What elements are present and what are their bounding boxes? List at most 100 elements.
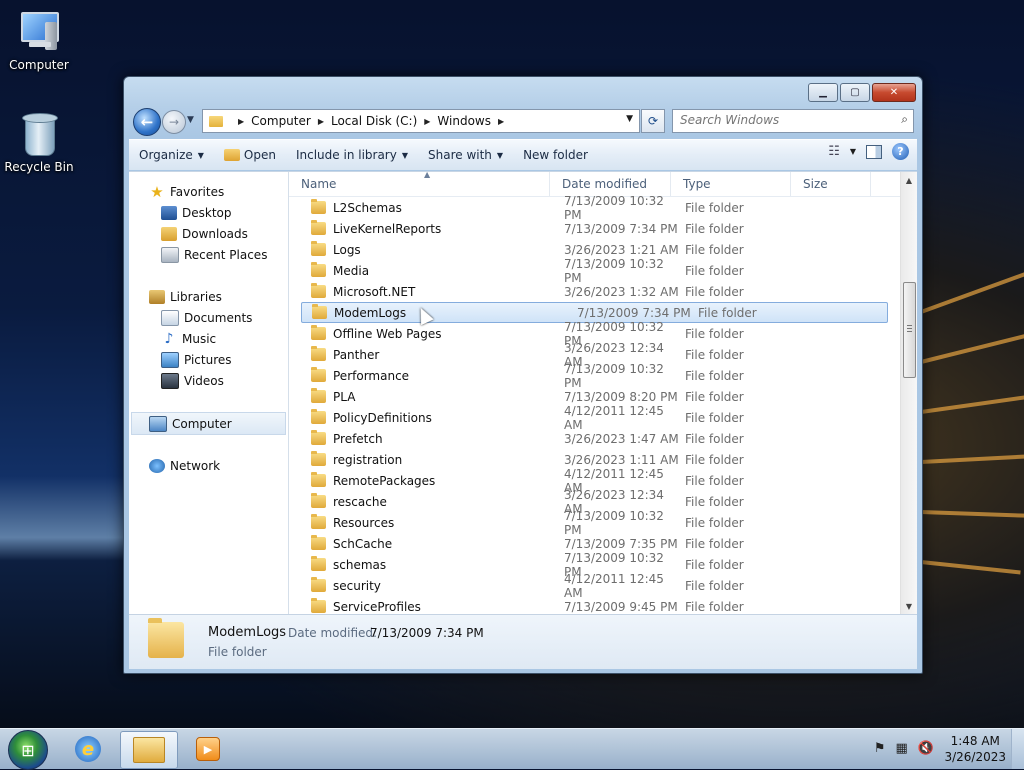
open-button[interactable]: Open bbox=[214, 143, 286, 167]
address-dropdown-icon[interactable]: ▼ bbox=[626, 114, 633, 124]
recycle-bin-icon bbox=[15, 110, 63, 158]
column-header-date[interactable]: Date modified bbox=[550, 172, 671, 196]
file-row[interactable]: PolicyDefinitions 4/12/2011 12:45 AM File … bbox=[289, 404, 901, 432]
breadcrumb-separator-icon[interactable]: ▶ bbox=[498, 117, 504, 126]
maximize-button[interactable]: ▢ bbox=[840, 83, 870, 102]
volume-muted-icon[interactable]: 🔇 bbox=[918, 741, 934, 756]
forward-button[interactable]: → bbox=[162, 110, 186, 134]
nav-label: Libraries bbox=[170, 289, 222, 304]
clock-date: 3/26/2023 bbox=[944, 750, 1006, 764]
caption-buttons: ▁ ▢ ✕ bbox=[808, 83, 916, 102]
file-name: ServiceProfiles bbox=[333, 599, 421, 614]
details-pane: ModemLogs Date modified: 7/13/2009 7:34 … bbox=[129, 614, 917, 669]
file-row[interactable]: Prefetch 3/26/2023 1:47 AM File folder bbox=[289, 428, 901, 449]
close-button[interactable]: ✕ bbox=[872, 83, 916, 102]
windows-explorer-icon bbox=[133, 737, 165, 763]
change-view-icon[interactable]: ☷ bbox=[828, 144, 840, 159]
search-input[interactable] bbox=[673, 110, 880, 130]
file-row[interactable]: Media 7/13/2009 10:32 PM File folder bbox=[289, 257, 901, 285]
nav-label: Recent Places bbox=[184, 247, 268, 262]
back-button[interactable]: ← bbox=[133, 108, 161, 136]
file-row[interactable]: Performance 7/13/2009 10:32 PM File folder bbox=[289, 362, 901, 390]
taskbar-media-player[interactable]: ▶ bbox=[180, 731, 236, 767]
breadcrumb-computer[interactable]: Computer bbox=[251, 114, 311, 128]
breadcrumb-windows[interactable]: Windows bbox=[437, 114, 491, 128]
file-name: Offline Web Pages bbox=[333, 326, 442, 341]
nav-label: Computer bbox=[172, 416, 232, 431]
file-type: File folder bbox=[685, 221, 744, 236]
preview-pane-icon[interactable] bbox=[866, 144, 882, 159]
file-row[interactable]: LiveKernelReports 7/13/2009 7:34 PM File f… bbox=[289, 218, 901, 239]
nav-desktop[interactable]: Desktop bbox=[129, 202, 288, 223]
nav-libraries[interactable]: Libraries bbox=[129, 286, 288, 307]
clock[interactable]: 1:48 AM 3/26/2023 bbox=[944, 733, 1006, 765]
column-header-name[interactable]: Name bbox=[289, 172, 550, 196]
file-name: Media bbox=[333, 263, 370, 278]
desktop-icon-computer[interactable]: Computer bbox=[1, 8, 77, 72]
column-header-type[interactable]: Type bbox=[671, 172, 791, 196]
nav-group-libraries: Libraries Documents ♪ Music Pictures Vid… bbox=[129, 286, 288, 391]
breadcrumb-separator-icon[interactable]: ▶ bbox=[238, 117, 244, 126]
taskbar-internet-explorer[interactable]: e bbox=[60, 731, 116, 767]
nav-downloads[interactable]: Downloads bbox=[129, 223, 288, 244]
file-name-cell: schemas bbox=[289, 556, 560, 572]
show-desktop-button[interactable] bbox=[1011, 729, 1024, 769]
search-icon[interactable]: ⌕ bbox=[901, 112, 908, 127]
file-row[interactable]: Microsoft.NET 3/26/2023 1:32 AM File folde… bbox=[289, 281, 901, 302]
scroll-down-icon[interactable]: ▼ bbox=[901, 598, 917, 614]
file-date: 3/26/2023 1:32 AM bbox=[564, 284, 679, 299]
recent-pages-dropdown[interactable]: ▼ bbox=[187, 115, 194, 125]
address-bar[interactable]: ▶ Computer ▶ Local Disk (C:) ▶ Windows ▶… bbox=[202, 109, 640, 133]
network-status-icon[interactable]: ▦ bbox=[896, 741, 908, 756]
start-button[interactable]: ⊞ bbox=[8, 730, 48, 770]
file-row[interactable]: ServiceProfiles 7/13/2009 9:45 PM File fol… bbox=[289, 596, 901, 614]
scroll-thumb[interactable] bbox=[903, 282, 916, 378]
file-name: security bbox=[333, 578, 381, 593]
action-center-flag-icon[interactable]: ⚑ bbox=[874, 741, 886, 756]
file-row[interactable]: Resources 7/13/2009 10:32 PM File folder bbox=[289, 509, 901, 537]
new-folder-button[interactable]: New folder bbox=[513, 143, 598, 167]
organize-button[interactable]: Organize ▼ bbox=[129, 143, 214, 167]
breadcrumb-separator-icon[interactable]: ▶ bbox=[424, 117, 430, 126]
libraries-icon bbox=[149, 289, 165, 304]
details-type: File folder bbox=[208, 645, 267, 659]
breadcrumb-separator-icon[interactable]: ▶ bbox=[318, 117, 324, 126]
nav-computer[interactable]: Computer bbox=[131, 412, 286, 435]
search-box[interactable]: ⌕ bbox=[672, 109, 914, 133]
computer-icon bbox=[149, 415, 167, 432]
refresh-button[interactable]: ⟳ bbox=[641, 109, 665, 133]
nav-music[interactable]: ♪ Music bbox=[129, 328, 288, 349]
minimize-icon: ▁ bbox=[819, 87, 827, 98]
breadcrumb-local-disk[interactable]: Local Disk (C:) bbox=[331, 114, 417, 128]
share-with-button[interactable]: Share with ▼ bbox=[418, 143, 513, 167]
nav-videos[interactable]: Videos bbox=[129, 370, 288, 391]
navigation-pane: ★ Favorites Desktop Downloads Recent Pla… bbox=[129, 172, 289, 614]
file-date: 3/26/2023 1:11 AM bbox=[564, 452, 679, 467]
nav-recent-places[interactable]: Recent Places bbox=[129, 244, 288, 265]
column-header-size[interactable]: Size bbox=[791, 172, 871, 196]
help-icon[interactable]: ? bbox=[892, 143, 909, 160]
sort-ascending-icon: ▲ bbox=[424, 172, 431, 179]
taskbar-windows-explorer[interactable] bbox=[120, 731, 178, 769]
folder-icon bbox=[311, 556, 326, 571]
nav-label: Documents bbox=[184, 310, 253, 325]
vertical-scrollbar[interactable]: ▲ ▼ bbox=[900, 172, 917, 614]
include-in-library-button[interactable]: Include in library ▼ bbox=[286, 143, 418, 167]
file-row[interactable]: security 4/12/2011 12:45 AM File folder bbox=[289, 572, 901, 600]
file-name-cell: LiveKernelReports bbox=[289, 220, 560, 236]
desktop-icon-recycle-bin[interactable]: Recycle Bin bbox=[1, 110, 77, 174]
explorer-body: ★ Favorites Desktop Downloads Recent Pla… bbox=[129, 171, 917, 614]
file-name-cell: Panther bbox=[289, 346, 560, 362]
file-name: L2Schemas bbox=[333, 200, 402, 215]
nav-network[interactable]: Network bbox=[129, 455, 288, 476]
file-row[interactable]: L2Schemas 7/13/2009 10:32 PM File folder bbox=[289, 194, 901, 222]
file-name: schemas bbox=[333, 557, 387, 572]
view-options-dropdown-icon[interactable]: ▼ bbox=[850, 147, 856, 156]
nav-pictures[interactable]: Pictures bbox=[129, 349, 288, 370]
scroll-up-icon[interactable]: ▲ bbox=[901, 172, 917, 188]
desktop-icon-label: Computer bbox=[9, 58, 69, 72]
nav-favorites[interactable]: ★ Favorites bbox=[129, 181, 288, 202]
nav-label: Desktop bbox=[182, 205, 232, 220]
minimize-button[interactable]: ▁ bbox=[808, 83, 838, 102]
nav-documents[interactable]: Documents bbox=[129, 307, 288, 328]
